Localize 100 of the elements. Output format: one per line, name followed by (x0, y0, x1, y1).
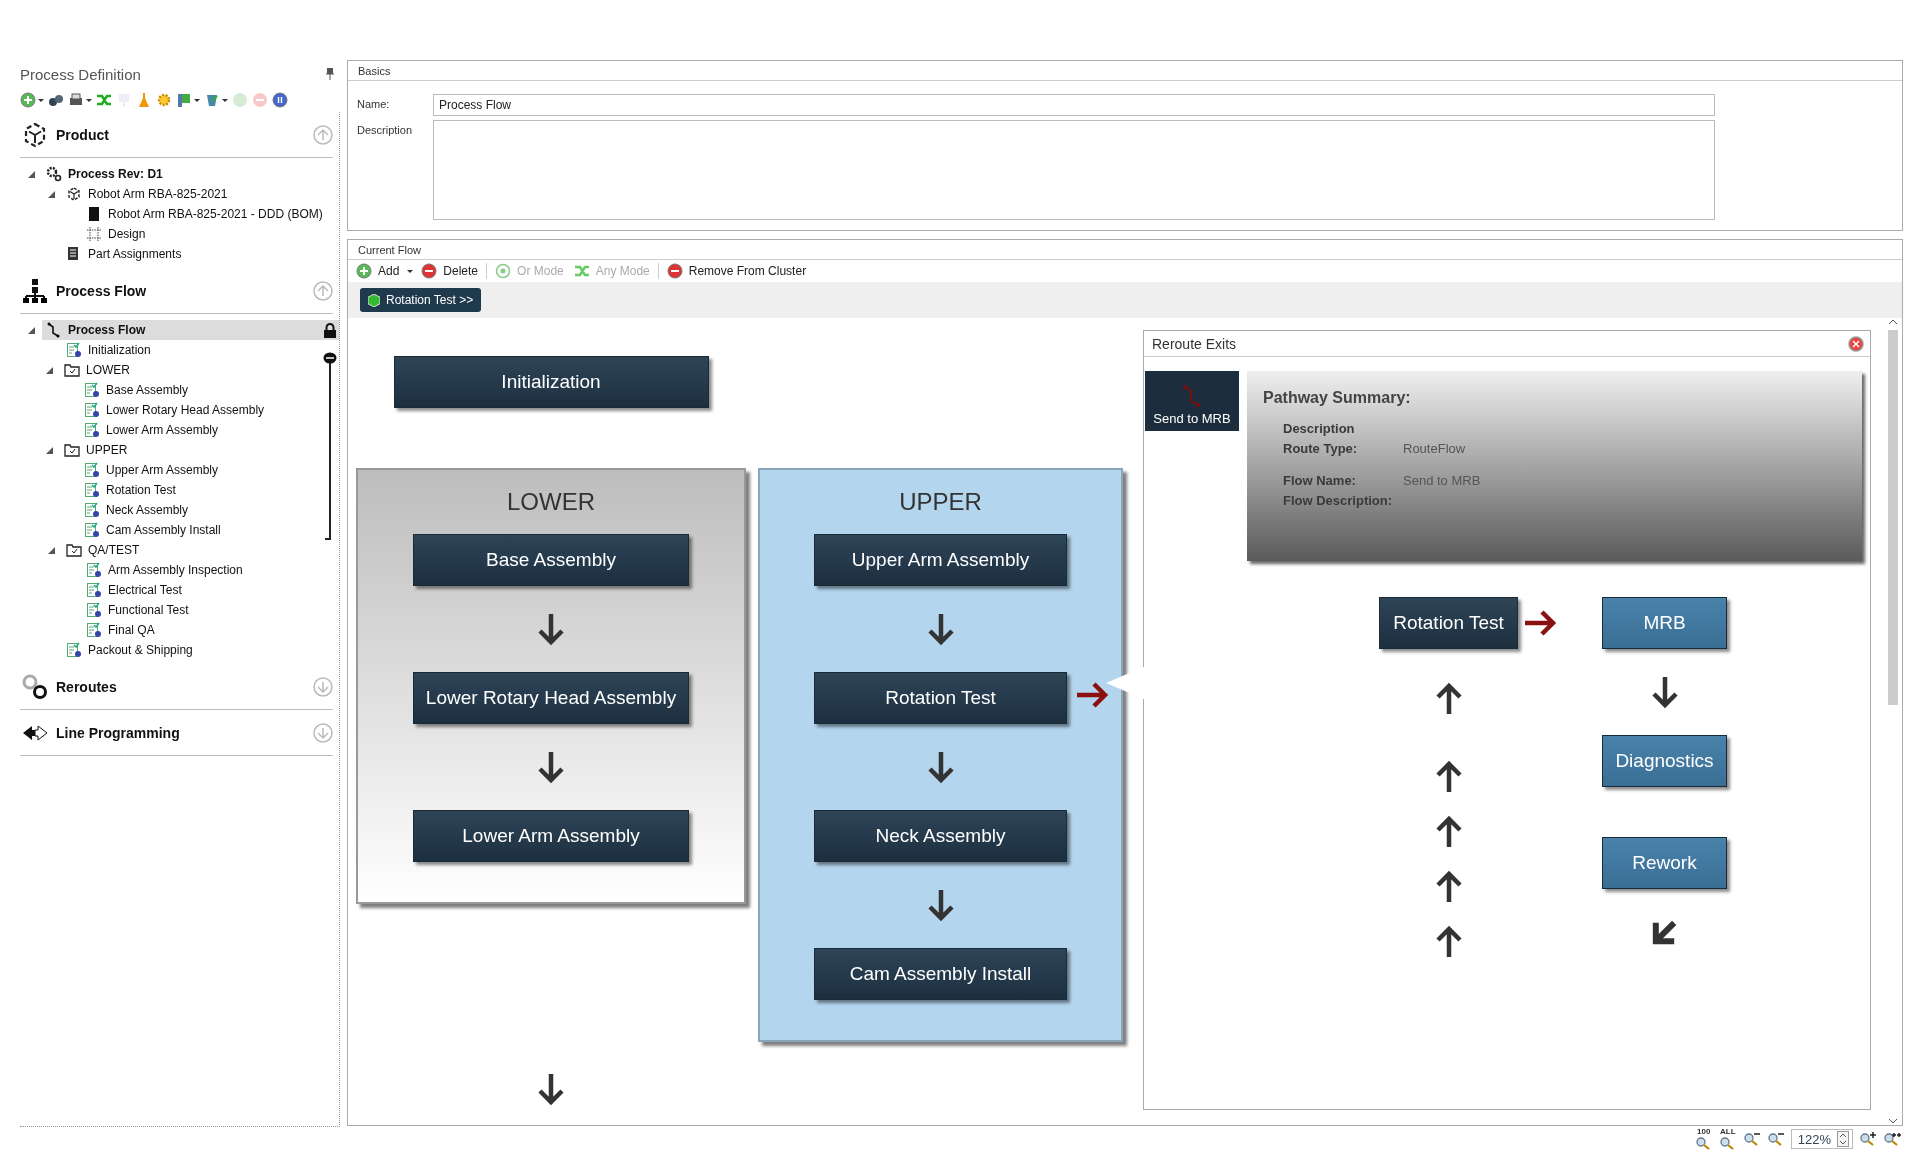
caret-icon[interactable] (86, 98, 92, 102)
tree-item[interactable]: Functional Test (82, 600, 339, 620)
tree-item[interactable]: Base Assembly (80, 380, 329, 400)
pin-icon[interactable] (326, 68, 334, 80)
tree-item[interactable]: Robot Arm RBA-825-2021 (62, 184, 339, 204)
breadcrumb-button[interactable]: Rotation Test >> (360, 288, 482, 312)
zoom-button[interactable] (1859, 1132, 1877, 1146)
close-icon[interactable] (1848, 335, 1864, 352)
summary-label: Flow Description: (1283, 493, 1394, 508)
flag-icon[interactable] (176, 92, 192, 108)
step-icon (66, 342, 82, 358)
cup-icon[interactable] (204, 92, 220, 108)
expanded-triangle-icon[interactable] (47, 190, 55, 198)
exit-step[interactable]: MRB (1602, 597, 1727, 649)
printer-icon[interactable] (68, 92, 84, 108)
tree-item[interactable]: Cam Assembly Install (80, 520, 329, 540)
zoom-button[interactable]: 100 (1694, 1128, 1713, 1150)
caret-icon[interactable] (222, 98, 228, 102)
section-title[interactable]: Product (56, 126, 305, 143)
pause-icon[interactable] (272, 92, 288, 108)
step-icon (84, 422, 100, 438)
toolbar-button[interactable]: Add (354, 263, 402, 279)
tree-item[interactable]: Packout & Shipping (62, 640, 339, 660)
cluster-title: UPPER (899, 487, 982, 517)
tree-item[interactable]: Design (82, 224, 339, 244)
caret-icon[interactable] (407, 269, 414, 273)
summary-label: Route Type: (1283, 441, 1359, 456)
expanded-triangle-icon[interactable] (47, 546, 55, 554)
scroll-down-icon[interactable] (1887, 1117, 1898, 1125)
gear-icon[interactable] (156, 92, 172, 108)
cluster[interactable]: UPPER Upper Arm Assembly Rotation Test Neck Assembly Cam Assembly Install (758, 468, 1123, 1042)
down-arrow-icon (537, 1072, 565, 1106)
shuffle-icon (573, 263, 590, 279)
expanded-triangle-icon[interactable] (27, 326, 35, 334)
tree-item[interactable]: QA/TEST (62, 540, 339, 560)
tree-item[interactable]: UPPER (60, 440, 329, 460)
cluster-title: LOWER (507, 487, 595, 517)
add-icon[interactable] (356, 263, 372, 279)
process-step[interactable]: Initialization (393, 356, 709, 408)
binoculars-icon[interactable] (48, 92, 64, 108)
exit-tile[interactable]: Send to MRB (1145, 371, 1239, 431)
scrollbar-thumb[interactable] (1887, 330, 1898, 705)
exit-step[interactable]: Diagnostics (1602, 735, 1727, 787)
zoom-button[interactable]: ALL (1718, 1128, 1737, 1150)
tree-item[interactable]: Arm Assembly Inspection (82, 560, 339, 580)
tree-item[interactable]: Initialization (62, 340, 339, 360)
process-step[interactable]: Rotation Test (1379, 597, 1518, 649)
zoom-button[interactable] (1883, 1132, 1901, 1146)
section-title[interactable]: Process Flow (56, 282, 305, 299)
down-arrow-icon (926, 888, 955, 922)
process-step[interactable]: Base Assembly (413, 534, 689, 586)
process-step[interactable]: Lower Arm Assembly (413, 810, 689, 862)
expanded-triangle-icon[interactable] (45, 446, 53, 454)
tree-item[interactable]: Part Assignments (62, 244, 339, 264)
up-arrow-icon (1434, 814, 1463, 849)
tree-item[interactable]: Lower Arm Assembly (80, 420, 329, 440)
step-icon (66, 642, 82, 658)
process-step[interactable]: Neck Assembly (814, 810, 1067, 862)
down-arrow-icon (1650, 675, 1679, 709)
remove-icon (421, 263, 438, 279)
exit-step[interactable]: Rework (1602, 837, 1727, 889)
zoom-button[interactable] (1742, 1132, 1761, 1146)
add-icon[interactable] (20, 92, 36, 108)
section-title[interactable]: Line Programming (56, 724, 305, 741)
folder-icon (66, 542, 82, 558)
tree-item[interactable]: Rotation Test (80, 480, 329, 500)
branch-icon (1182, 385, 1202, 407)
description-field[interactable] (433, 120, 1715, 220)
tree-item[interactable]: Electrical Test (82, 580, 339, 600)
caret-icon[interactable] (38, 98, 44, 102)
toolbar-button[interactable]: Delete (419, 263, 481, 279)
expanded-triangle-icon[interactable] (45, 366, 53, 374)
name-field[interactable]: Process Flow (433, 94, 1715, 116)
toolbar-button[interactable]: Remove From Cluster (664, 263, 809, 279)
tree-item[interactable]: Lower Rotary Head Assembly (80, 400, 329, 420)
summary-label: Flow Name: (1283, 473, 1357, 488)
tree-item[interactable]: Robot Arm RBA-825-2021 - DDD (BOM) (82, 204, 339, 224)
tree-item[interactable]: Final QA (82, 620, 339, 640)
tree-item[interactable]: Process Rev: D1 (42, 164, 339, 184)
process-step[interactable]: Rotation Test (814, 672, 1067, 724)
down-arrow-icon (926, 750, 955, 784)
hexagon-icon (368, 293, 380, 307)
down-arrow-icon (537, 750, 565, 784)
reroute-icon (22, 673, 48, 700)
process-step[interactable]: Lower Rotary Head Assembly (413, 672, 689, 724)
expanded-triangle-icon[interactable] (27, 170, 35, 178)
spinner-icon[interactable] (1837, 1131, 1849, 1147)
caret-icon[interactable] (194, 98, 200, 102)
process-step[interactable]: Upper Arm Assembly (814, 534, 1067, 586)
zoom-field[interactable]: 122% (1790, 1129, 1853, 1149)
zoom-in-icon (1883, 1132, 1901, 1146)
scroll-up-icon[interactable] (1887, 318, 1898, 326)
tree-item[interactable]: Process Flow (42, 320, 339, 340)
tree-item[interactable]: LOWER (60, 360, 329, 380)
zoom-button[interactable] (1766, 1132, 1785, 1146)
section-title[interactable]: Reroutes (56, 678, 305, 695)
tree-item[interactable]: Upper Arm Assembly (80, 460, 329, 480)
tree-item[interactable]: Neck Assembly (80, 500, 329, 520)
process-step[interactable]: Cam Assembly Install (814, 948, 1067, 1000)
cluster[interactable]: LOWER Base Assembly Lower Rotary Head Assembly Lower Arm Assembly (356, 468, 746, 904)
